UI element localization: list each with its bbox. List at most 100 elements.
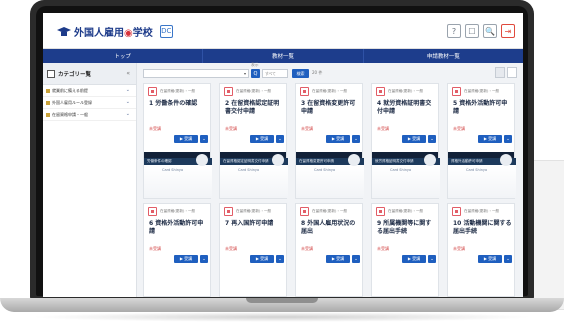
chevron-down-icon[interactable]: ⌄ [126,111,130,117]
site-logo[interactable]: 外国人雇用◉学校 DC [57,24,173,39]
chevron-down-icon[interactable]: ⌄ [352,135,360,143]
chevron-down-icon[interactable]: ⌄ [428,255,436,263]
card-category: 在留資格(更新)・一般 [312,209,348,213]
nav-materials[interactable]: 教材一覧 [203,49,364,63]
card-thumbnail[interactable]: 就労資格証明書交付申請 Card Shinyo [372,152,440,198]
course-card[interactable]: 在留資格(更新)・一般 4 就労資格証明書交付申請 未受講 ▶ 受講 ⌄ 就労資… [371,83,440,199]
card-title[interactable]: 8 外国人雇用状況の届出 [301,220,361,235]
chevron-down-icon[interactable]: ⌄ [428,135,436,143]
course-card[interactable]: 在留資格(更新)・一般 7 再入国許可申請 未受講 ▶ 受講 ⌄ [219,203,287,297]
card-thumbnail[interactable]: 資格外活動許可申請 Card Shinyo [448,152,516,198]
filter-button[interactable]: 検索 [292,69,309,78]
play-icon [272,154,284,166]
sidebar-item[interactable]: 外国人雇用ルール登録 ⌄ [43,97,136,109]
category-select[interactable]: ▾ [143,69,249,78]
document-icon [148,207,157,216]
status-badge: 未受講 [453,246,465,251]
start-button[interactable]: ▶ 受講 [250,255,274,263]
chevron-down-icon[interactable]: ⌄ [504,135,512,143]
card-title[interactable]: 3 在留資格変更許可申請 [301,100,361,115]
search-icon[interactable]: 🔍 [483,24,497,38]
course-card[interactable]: 在留資格(更新)・一般 10 活動機関に関する届出手続 未受講 ▶ 受講 ⌄ [447,203,515,297]
laptop-screen: 外国人雇用◉学校 DC ? ☐ 🔍 ⇥ トップ 教材一覧 申請教材一覧 カテゴリ… [43,13,523,297]
chevron-down-icon[interactable]: ⌄ [200,255,208,263]
card-title[interactable]: 10 活動機関に関する届出手続 [453,220,513,235]
chevron-down-icon[interactable]: ⌄ [276,135,284,143]
list-view-button[interactable] [507,67,517,78]
sidebar-item[interactable]: 在留資格申請・一般 ⌄ [43,109,136,121]
play-icon [424,154,436,166]
start-button[interactable]: ▶ 受講 [478,255,502,263]
start-button[interactable]: ▶ 受講 [402,255,426,263]
course-card[interactable]: 在留資格(更新)・一般 6 資格外活動許可申請 未受講 ▶ 受講 ⌄ [143,203,211,297]
course-card[interactable]: 在留資格(更新)・一般 8 外国人雇用状況の届出 未受講 ▶ 受講 ⌄ [295,203,363,297]
help-icon[interactable]: ? [447,24,461,38]
course-card[interactable]: 在留資格(更新)・一般 9 所属機関等に関する届出手続 未受講 ▶ 受講 ⌄ [371,203,439,297]
card-title[interactable]: 4 就労資格証明書交付申請 [377,100,437,115]
document-icon [224,87,233,96]
logout-icon[interactable]: ⇥ [501,24,515,38]
card-title[interactable]: 7 再入国許可申請 [225,220,285,228]
start-button[interactable]: ▶ 受講 [250,135,274,143]
course-card[interactable]: 在留資格(更新)・一般 3 在留資格変更許可申請 未受講 ▶ 受講 ⌄ 在留資格… [295,83,364,199]
start-button[interactable]: ▶ 受講 [174,135,198,143]
grid-view-button[interactable] [495,67,505,78]
start-button[interactable]: ▶ 受講 [326,135,350,143]
chevron-down-icon[interactable]: ⌄ [504,255,512,263]
card-category: 在留資格(更新)・一般 [464,209,500,213]
card-thumbnail[interactable]: 在留資格変更許可申請 Card Shinyo [296,152,364,198]
start-button[interactable]: ▶ 受講 [478,135,502,143]
header-icons: ? ☐ 🔍 ⇥ [447,24,515,38]
course-grid: 在留資格(更新)・一般 1 労働条件の確認 未受講 ▶ 受講 ⌄ 労働条件の確認… [143,83,519,297]
card-title[interactable]: 2 在留資格認定証明書交付申請 [225,100,285,115]
graduation-cap-icon [57,25,71,37]
status-badge: 未受講 [453,126,465,131]
nav-top[interactable]: トップ [43,49,204,63]
play-icon [196,154,208,166]
card-title[interactable]: 6 資格外活動許可申請 [149,220,209,235]
chevron-down-icon[interactable]: ⌄ [126,99,130,105]
play-icon [500,154,512,166]
sidebar-item[interactable]: 就業前に備える前提 ⌄ [43,85,136,97]
laptop-shadow [30,312,534,322]
card-thumbnail[interactable]: 労働条件の確認 Card Shinyo [144,152,212,198]
card-category: 在留資格(更新)・一般 [160,89,196,93]
display-label: 表示 [251,62,259,67]
logo-badge[interactable]: DC [159,24,173,38]
start-button[interactable]: ▶ 受講 [326,255,350,263]
sidebar-item-label: 在留資格申請・一般 [52,111,88,117]
course-card[interactable]: 在留資格(更新)・一般 5 資格外活動許可申請 未受講 ▶ 受講 ⌄ 資格外活動… [447,83,516,199]
folder-icon [46,112,50,117]
display-select[interactable]: すべて [262,69,288,78]
mail-icon[interactable]: ☐ [465,24,479,38]
collapse-sidebar-icon[interactable]: « [126,70,130,77]
card-title[interactable]: 9 所属機関等に関する届出手続 [377,220,437,235]
document-icon [452,207,461,216]
course-card[interactable]: 在留資格(更新)・一般 1 労働条件の確認 未受講 ▶ 受講 ⌄ 労働条件の確認… [143,83,212,199]
app-header: 外国人雇用◉学校 DC ? ☐ 🔍 ⇥ [43,13,523,49]
status-badge: 未受講 [149,246,161,251]
card-thumbnail[interactable]: 在留資格認定証明書交付申請 Card Shinyo [220,152,288,198]
card-category: 在留資格(更新)・一般 [312,89,348,93]
sidebar-item-label: 外国人雇用ルール登録 [52,99,92,105]
sidebar-item-label: 就業前に備える前提 [52,87,88,93]
card-title[interactable]: 1 労働条件の確認 [149,100,209,108]
chevron-down-icon[interactable]: ⌄ [352,255,360,263]
start-button[interactable]: ▶ 受講 [402,135,426,143]
card-category: 在留資格(更新)・一般 [388,89,424,93]
card-title[interactable]: 5 資格外活動許可申請 [453,100,513,115]
category-sidebar: カテゴリー覧 « 就業前に備える前提 ⌄ 外国人雇用ルール登録 ⌄ 在留資格申請… [43,63,137,297]
chevron-down-icon[interactable]: ⌄ [276,255,284,263]
thumbnail-brand: Card Shinyo [390,168,412,172]
start-button[interactable]: ▶ 受講 [174,255,198,263]
search-button[interactable]: Q [251,69,260,78]
card-category: 在留資格(更新)・一般 [160,209,196,213]
document-icon [224,207,233,216]
status-badge: 未受講 [377,126,389,131]
chevron-down-icon[interactable]: ⌄ [126,87,130,93]
chevron-down-icon[interactable]: ⌄ [200,135,208,143]
course-card[interactable]: 在留資格(更新)・一般 2 在留資格認定証明書交付申請 未受講 ▶ 受講 ⌄ 在… [219,83,288,199]
nav-application-materials[interactable]: 申請教材一覧 [364,49,523,63]
document-icon [300,207,309,216]
play-icon [348,154,360,166]
